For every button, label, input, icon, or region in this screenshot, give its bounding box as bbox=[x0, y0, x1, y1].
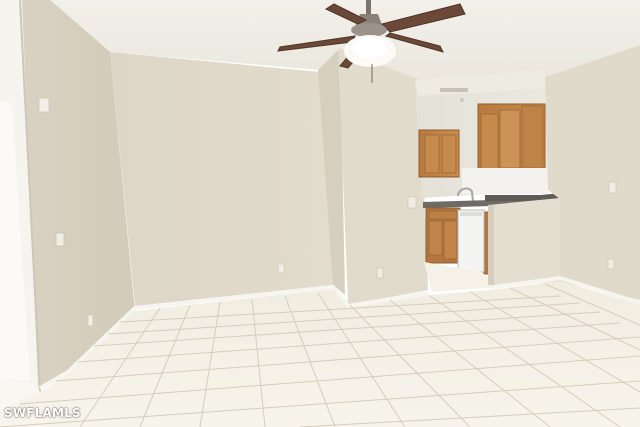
room-photo: SWFLAMLS bbox=[0, 0, 640, 427]
dishwasher bbox=[457, 209, 485, 273]
watermark: SWFLAMLS bbox=[4, 406, 81, 420]
back-wall bbox=[110, 52, 333, 306]
room-illustration bbox=[0, 0, 640, 427]
upper-cabinet-left bbox=[418, 129, 460, 178]
partition-wall bbox=[318, 48, 428, 305]
upper-cabinet-right bbox=[477, 103, 546, 172]
kitchen bbox=[415, 70, 560, 292]
